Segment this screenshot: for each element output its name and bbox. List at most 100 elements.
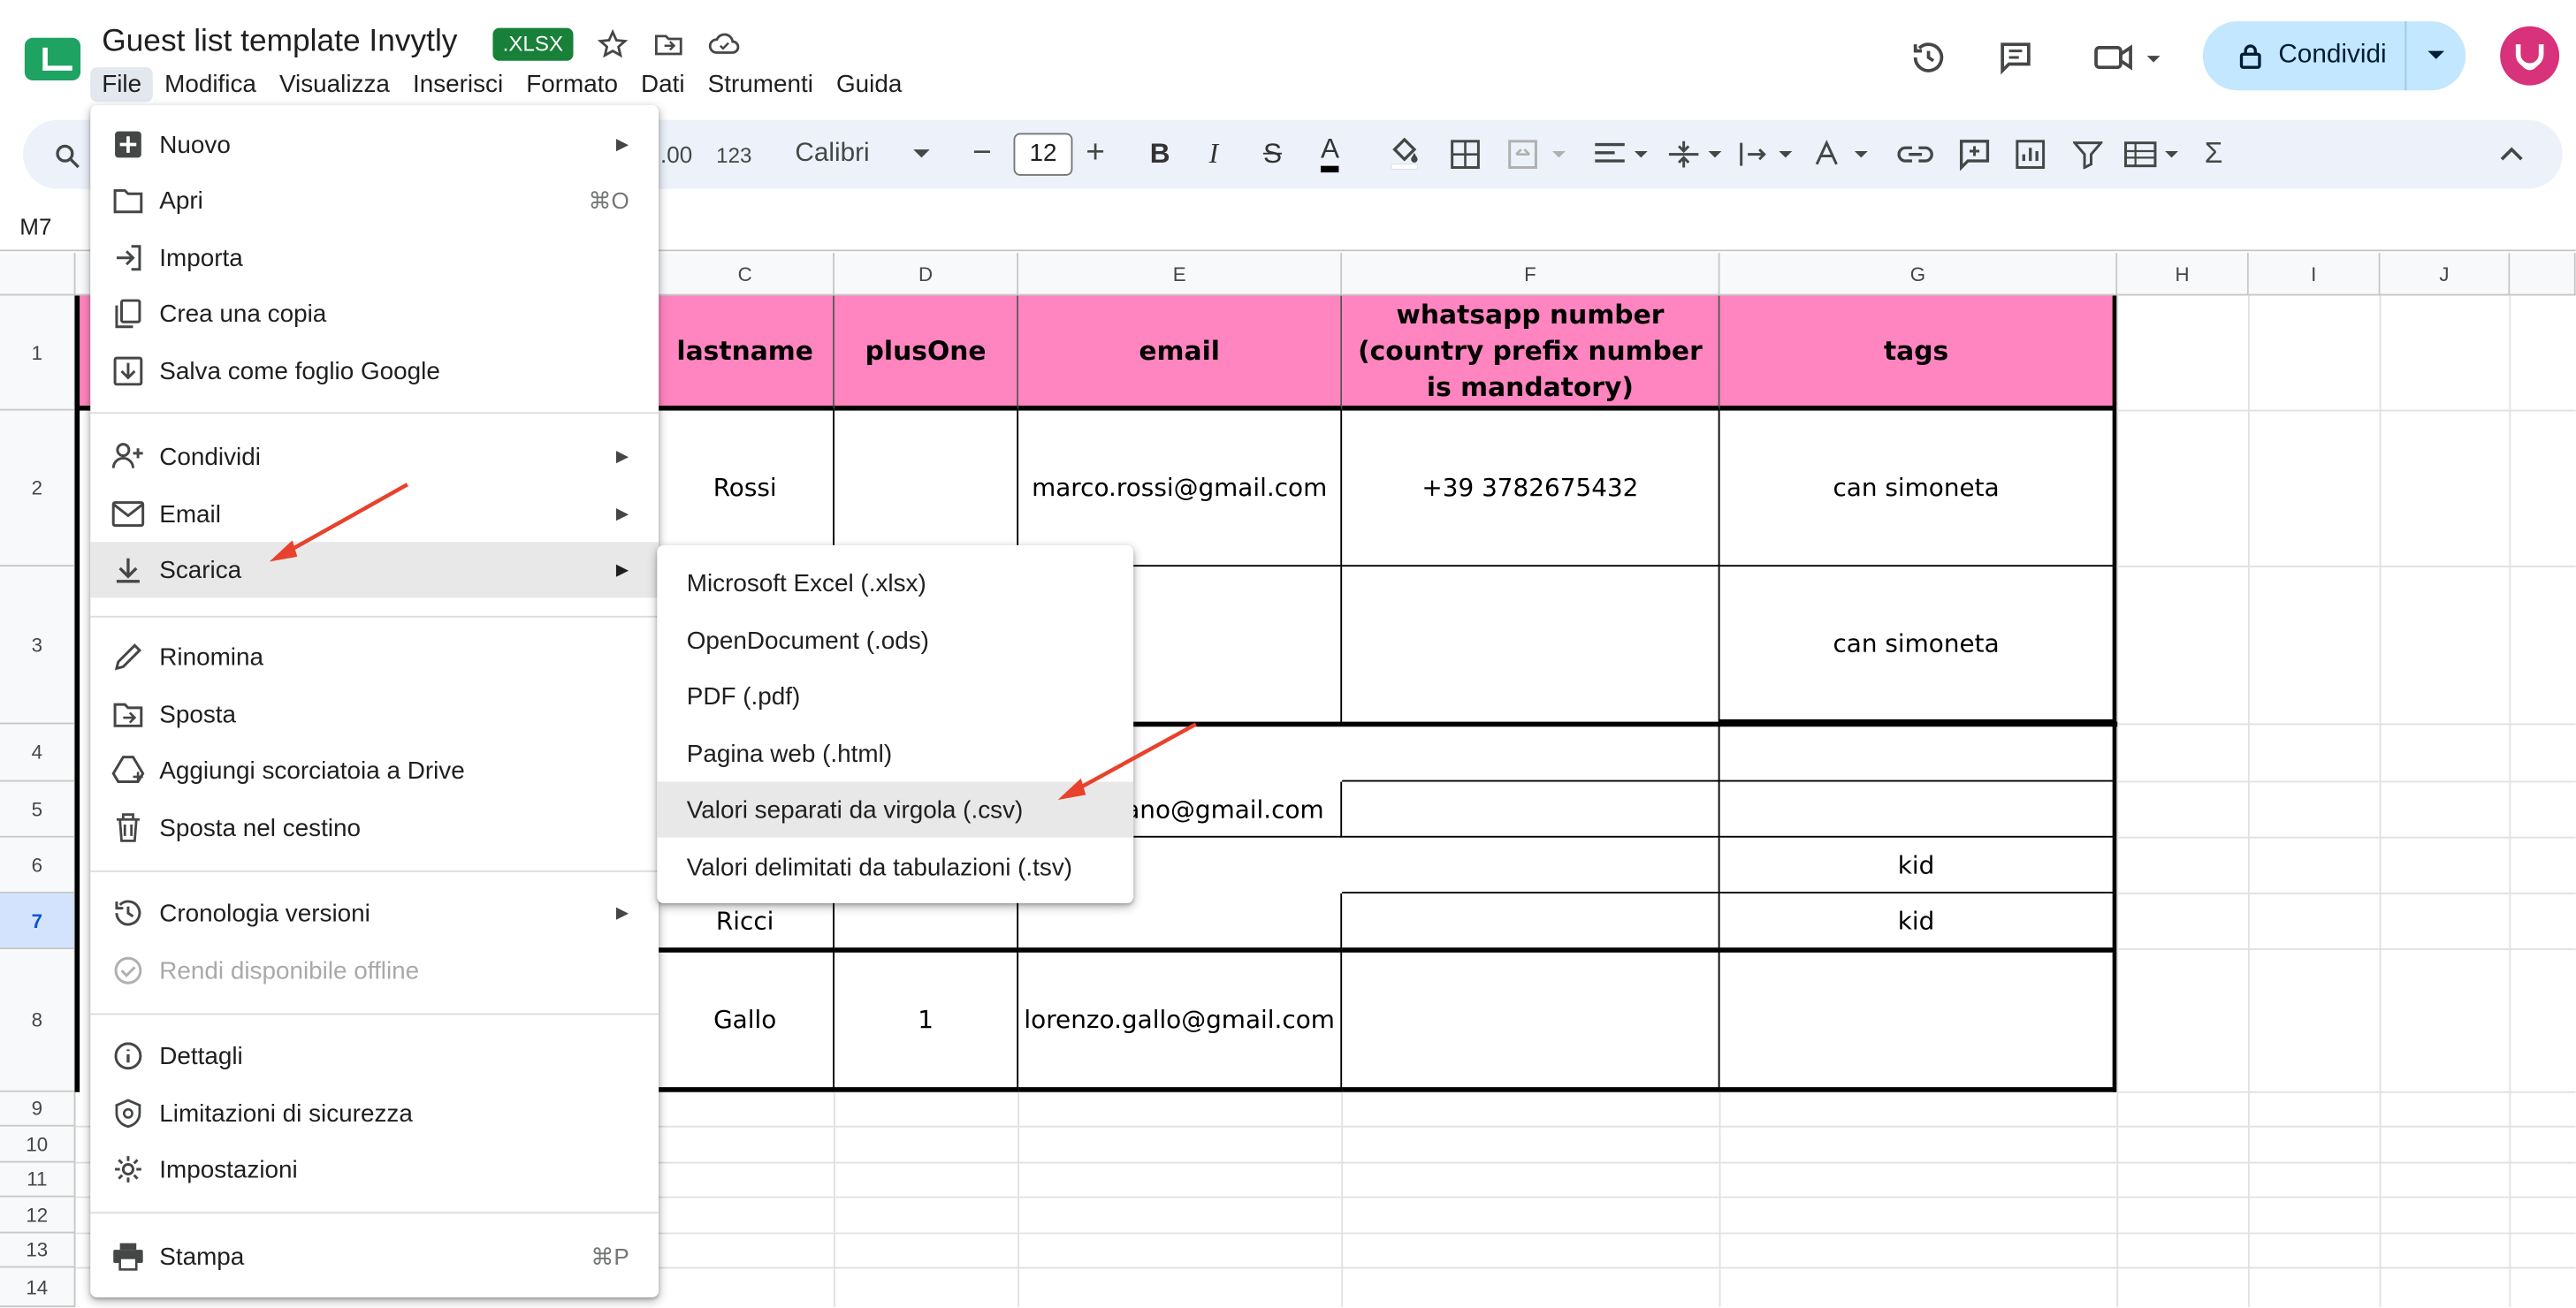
file-menu-crea-copia[interactable]: Crea una copia <box>90 285 659 341</box>
file-format-badge: .XLSX <box>492 27 574 61</box>
file-menu-apri[interactable]: Apri ⌘O <box>90 172 659 228</box>
merge-cells-icon[interactable] <box>1508 136 1567 172</box>
menubar: File Modifica Visualizza Inserisci Forma… <box>90 67 913 103</box>
functions-button[interactable]: Σ <box>2205 134 2223 171</box>
font-family-dropdown-icon[interactable] <box>911 136 931 172</box>
file-menu-salva-foglio[interactable]: Salva come foglio Google <box>90 343 659 399</box>
version-history-icon[interactable] <box>1907 36 1949 79</box>
file-menu-importa[interactable]: Importa <box>90 230 659 285</box>
trash-icon <box>111 811 144 844</box>
fill-color-icon[interactable] <box>1388 134 1421 171</box>
app-header: Guest list template Invytly .XLSX File M… <box>0 0 2576 112</box>
menu-separator <box>90 870 659 872</box>
download-icon <box>111 553 144 586</box>
search-menus-icon[interactable] <box>52 138 81 174</box>
file-menu-cestino[interactable]: Sposta nel cestino <box>90 800 659 856</box>
move-folder-icon[interactable] <box>651 27 687 63</box>
star-icon[interactable] <box>595 27 631 63</box>
lock-icon <box>2239 44 2261 69</box>
text-wrapping-icon[interactable] <box>1738 136 1797 172</box>
mail-icon <box>111 498 145 530</box>
strikethrough-button[interactable]: S <box>1263 136 1282 172</box>
document-title[interactable]: Guest list template Invytly <box>102 25 457 61</box>
file-menu: Nuovo ▶ Apri ⌘O Importa Crea una copia S… <box>90 104 659 1297</box>
drive-shortcut-icon <box>111 754 145 787</box>
insert-chart-icon[interactable] <box>2016 136 2046 172</box>
menu-guida[interactable]: Guida <box>825 67 913 102</box>
font-size-input[interactable]: 12 <box>1013 133 1073 176</box>
copy-icon <box>111 297 144 330</box>
file-menu-scarica[interactable]: Scarica ▶ <box>90 542 659 598</box>
file-menu-stampa[interactable]: Stampa ⌘P <box>90 1228 659 1284</box>
filter-views-icon[interactable] <box>2124 136 2184 172</box>
file-menu-condividi[interactable]: Condividi ▶ <box>90 429 659 484</box>
file-menu-sposta[interactable]: Sposta <box>90 687 659 742</box>
increase-font-size-button[interactable]: + <box>1086 133 1105 171</box>
pencil-icon <box>111 641 144 673</box>
download-pdf[interactable]: PDF (.pdf) <box>657 668 1133 724</box>
download-ods[interactable]: OpenDocument (.ods) <box>657 612 1133 668</box>
cloud-saved-icon[interactable] <box>706 27 743 63</box>
file-menu-impostazioni[interactable]: Impostazioni <box>90 1141 659 1197</box>
text-color-button[interactable]: A <box>1320 133 1340 173</box>
menu-separator <box>90 615 659 618</box>
folder-icon <box>111 184 144 217</box>
print-icon <box>111 1240 144 1273</box>
menu-strumenti[interactable]: Strumenti <box>697 67 825 102</box>
menu-file[interactable]: File <box>90 67 154 103</box>
download-submenu: Microsoft Excel (.xlsx) OpenDocument (.o… <box>657 544 1134 904</box>
font-family-select[interactable]: Calibri <box>795 136 869 172</box>
gear-icon <box>111 1152 144 1185</box>
download-tsv[interactable]: Valori delimitati da tabulazioni (.tsv) <box>657 840 1133 895</box>
file-menu-scorciatoia-drive[interactable]: Aggiungi scorciatoia a Drive <box>90 742 659 798</box>
file-menu-offline: Rendi disponibile offline <box>90 943 659 999</box>
italic-button[interactable]: I <box>1209 136 1219 172</box>
file-menu-email[interactable]: Email ▶ <box>90 486 659 542</box>
insert-comment-icon[interactable] <box>1958 136 1991 172</box>
file-menu-dettagli[interactable]: Dettagli <box>90 1028 659 1084</box>
menu-separator <box>90 1013 659 1015</box>
bold-button[interactable]: B <box>1150 136 1170 172</box>
download-xlsx[interactable]: Microsoft Excel (.xlsx) <box>657 555 1133 611</box>
history-icon <box>111 897 144 930</box>
menu-inserisci[interactable]: Inserisci <box>401 67 514 102</box>
save-sheet-icon <box>111 354 144 387</box>
filter-icon[interactable] <box>2073 136 2103 172</box>
comments-icon[interactable] <box>1994 36 2037 79</box>
avatar[interactable] <box>2500 26 2560 86</box>
submenu-arrow-icon: ▶ <box>615 135 629 154</box>
submenu-arrow-icon: ▶ <box>615 903 629 923</box>
decrease-font-size-button[interactable]: − <box>972 133 992 171</box>
number-format-button[interactable]: 123 <box>716 136 751 172</box>
collapse-toolbar-icon[interactable] <box>2500 136 2523 172</box>
insert-link-icon[interactable] <box>1897 136 1933 172</box>
download-html[interactable]: Pagina web (.html) <box>657 726 1133 781</box>
import-icon <box>111 241 144 274</box>
plus-box-icon <box>111 128 144 161</box>
vertical-align-icon[interactable] <box>1667 136 1726 172</box>
share-button[interactable]: Condividi <box>2202 21 2466 91</box>
file-menu-rinomina[interactable]: Rinomina <box>90 629 659 685</box>
text-rotation-icon[interactable] <box>1813 136 1872 172</box>
file-menu-sicurezza[interactable]: Limitazioni di sicurezza <box>90 1085 659 1141</box>
submenu-arrow-icon: ▶ <box>615 447 629 466</box>
download-csv[interactable]: Valori separati da virgola (.csv) <box>657 781 1134 838</box>
info-icon <box>111 1039 144 1072</box>
menu-dati[interactable]: Dati <box>629 67 697 102</box>
menu-separator <box>90 412 659 414</box>
sheets-logo-icon[interactable] <box>24 37 81 81</box>
menu-modifica[interactable]: Modifica <box>153 67 268 102</box>
decimals-button[interactable]: .00 <box>660 136 692 172</box>
borders-icon[interactable] <box>1451 136 1480 172</box>
file-menu-nuovo[interactable]: Nuovo ▶ <box>90 117 659 172</box>
menu-visualizza[interactable]: Visualizza <box>268 67 401 102</box>
share-main-button[interactable]: Condividi <box>2203 21 2407 91</box>
share-dropdown-icon[interactable] <box>2406 21 2465 90</box>
submenu-arrow-icon: ▶ <box>615 505 629 523</box>
menu-formato[interactable]: Formato <box>514 67 629 102</box>
person-add-icon <box>111 440 144 473</box>
file-menu-cronologia[interactable]: Cronologia versioni ▶ <box>90 886 659 941</box>
meet-video-icon[interactable] <box>2090 36 2168 79</box>
name-box[interactable]: M7 <box>0 207 98 247</box>
align-icon[interactable] <box>1593 136 1652 172</box>
